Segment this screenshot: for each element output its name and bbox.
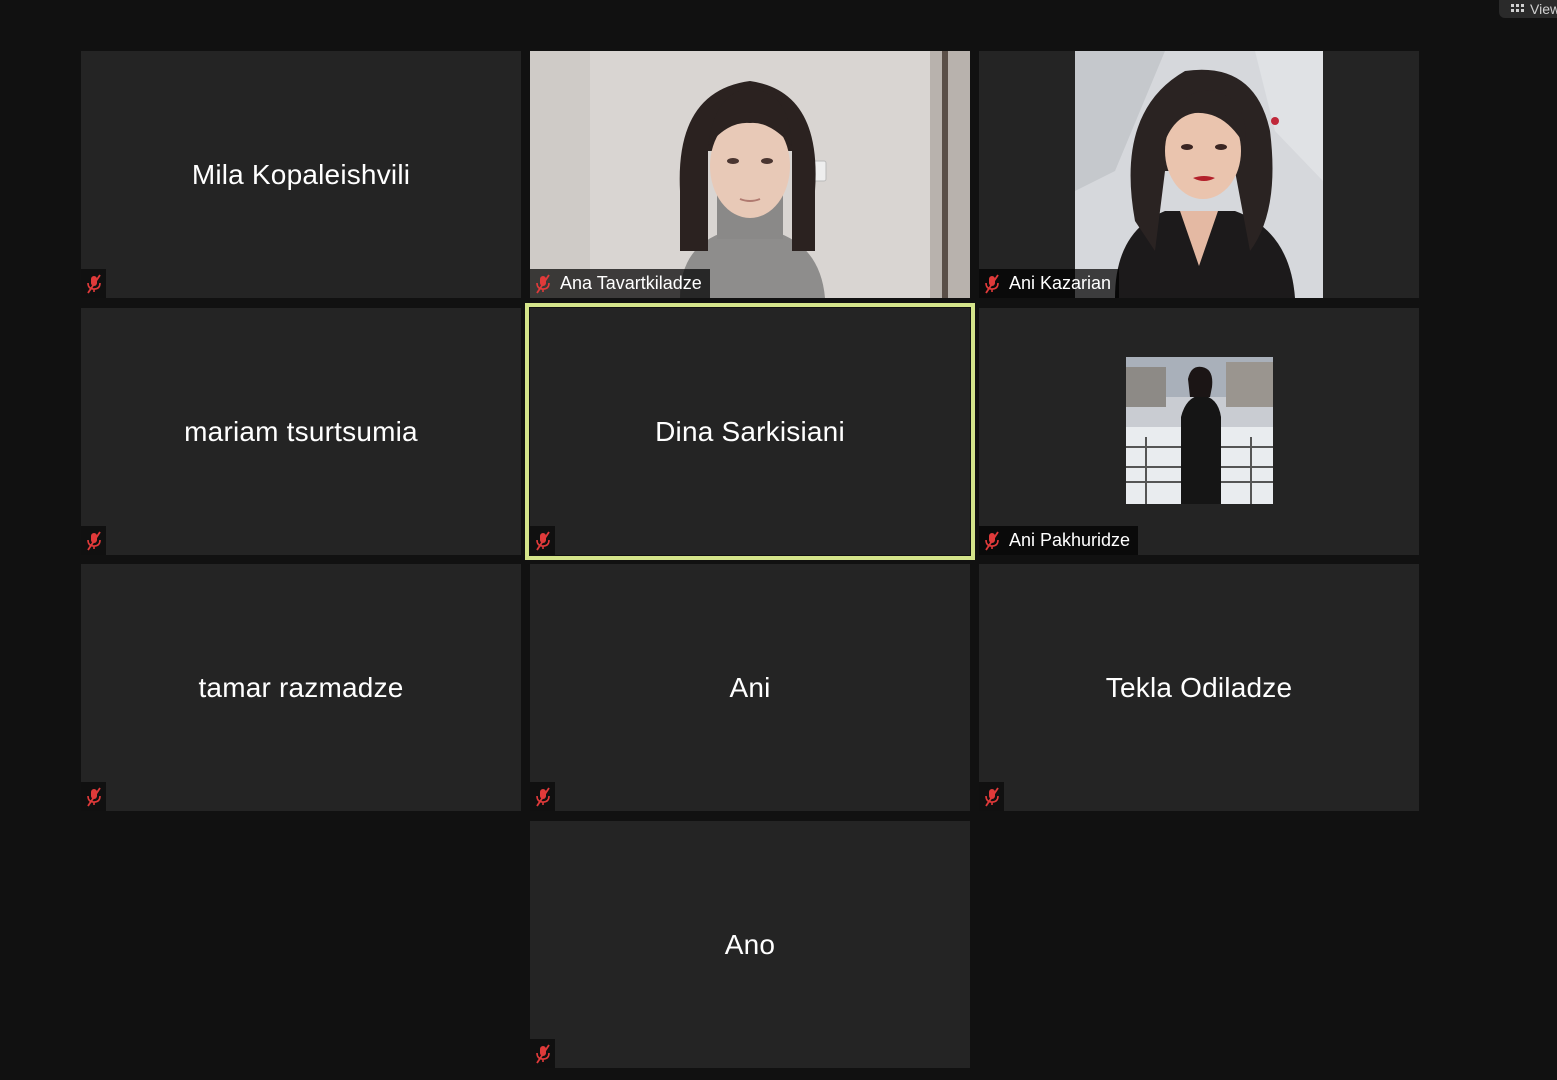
muted-mic-icon	[979, 782, 1004, 811]
participant-name: Ani	[729, 671, 771, 703]
participant-tile[interactable]: tamar razmadze	[81, 564, 521, 811]
participant-name: Mila Kopaleishvili	[191, 158, 411, 190]
muted-mic-icon	[530, 1039, 555, 1068]
participant-tile[interactable]: Mila Kopaleishvili	[81, 51, 521, 298]
view-button[interactable]: View	[1499, 0, 1557, 18]
participant-tile-active-speaker[interactable]: Dina Sarkisiani	[525, 303, 975, 560]
muted-mic-icon	[81, 782, 106, 811]
participant-name: Ani Kazarian	[1009, 273, 1112, 293]
participant-video	[530, 51, 970, 298]
muted-mic-icon	[530, 526, 555, 555]
participant-name: Tekla Odiladze	[1105, 671, 1293, 703]
participant-tile[interactable]: Ano	[530, 821, 970, 1068]
muted-mic-icon	[81, 269, 106, 298]
participant-name: tamar razmadze	[198, 671, 404, 703]
muted-mic-icon	[530, 269, 555, 298]
grid-view-icon	[1511, 4, 1524, 14]
muted-mic-icon	[979, 526, 1004, 555]
participant-tile[interactable]: Ani	[530, 564, 970, 811]
participant-name-badge: Ani Kazarian	[979, 269, 1120, 298]
participant-tile-video[interactable]: Ana Tavartkiladze	[530, 51, 970, 298]
participant-tile-video[interactable]: Ani Pakhuridze	[979, 308, 1419, 555]
participant-name: Ano	[724, 928, 776, 960]
participant-profile-photo	[1126, 357, 1273, 504]
view-button-label: View	[1530, 1, 1557, 17]
participant-profile-photo	[1075, 51, 1323, 298]
muted-mic-icon	[979, 269, 1004, 298]
participant-tile-video[interactable]: Ani Kazarian	[979, 51, 1419, 298]
muted-mic-icon	[81, 526, 106, 555]
participant-name: Ani Pakhuridze	[1009, 530, 1131, 550]
gallery-view: View Mila Kopaleishvili Ana Tavartkiladz…	[0, 0, 1557, 1080]
participant-name-badge: Ani Pakhuridze	[979, 526, 1139, 555]
participant-name: Ana Tavartkiladze	[560, 273, 702, 293]
participant-tile[interactable]: mariam tsurtsumia	[81, 308, 521, 555]
participant-name-badge: Ana Tavartkiladze	[530, 269, 710, 298]
participant-tile[interactable]: Tekla Odiladze	[979, 564, 1419, 811]
muted-mic-icon	[530, 782, 555, 811]
participant-name: mariam tsurtsumia	[184, 415, 418, 447]
participant-name: Dina Sarkisiani	[655, 415, 845, 447]
